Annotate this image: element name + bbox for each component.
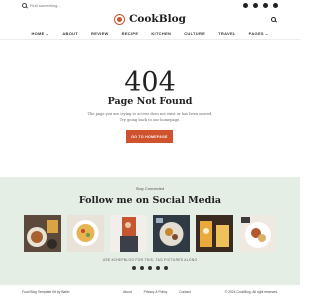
nav-label: KITCHEN: [151, 31, 172, 36]
instagram-gallery: [24, 215, 276, 252]
nav-item-recipe[interactable]: RECIPE: [122, 31, 139, 36]
nav-label: REVIEW: [91, 31, 109, 36]
nav-label: CULTURE: [184, 31, 206, 36]
nav-item-about[interactable]: ABOUT: [62, 31, 78, 36]
nav-item-pages[interactable]: PAGES ⌄: [249, 31, 269, 36]
search-input[interactable]: [30, 3, 80, 8]
logo-icon: [114, 13, 126, 25]
logo-text: CookBlog: [129, 13, 186, 25]
error-title: Page Not Found: [107, 96, 193, 107]
search-icon[interactable]: [22, 3, 27, 8]
nav-item-review[interactable]: REVIEW: [91, 31, 109, 36]
nav-item-kitchen[interactable]: KITCHEN: [151, 31, 171, 36]
gallery-image[interactable]: [110, 215, 147, 252]
facebook-icon[interactable]: [243, 3, 248, 8]
gallery-image[interactable]: [239, 215, 276, 252]
gallery-image[interactable]: [67, 215, 104, 252]
hashtag-text: USE #CHEFBLOG FOR THIS, TAG PICTURES ALO…: [102, 258, 198, 262]
social-eyebrow: Stay Connected: [135, 186, 165, 191]
site-logo[interactable]: CookBlog: [0, 13, 300, 25]
site-footer: Food Blog Template Kit by Bailin About P…: [0, 288, 300, 296]
error-description-line: Try going back to our homepage.: [119, 117, 181, 122]
footer-credit: Food Blog Template Kit by Bailin: [22, 290, 70, 294]
nav-label: TRAVEL: [218, 31, 236, 36]
chevron-down-icon: ⌄: [45, 31, 50, 36]
nav-label: RECIPE: [121, 31, 139, 36]
gallery-image[interactable]: [24, 215, 61, 252]
pinterest-icon[interactable]: [273, 3, 278, 8]
footer-copyright: © 2024 CookBlog. All right reserved.: [224, 290, 278, 294]
nav-label: ABOUT: [62, 31, 79, 36]
social-icons-row: [0, 266, 300, 270]
nav-label: PAGES: [248, 31, 264, 36]
youtube-icon[interactable]: [156, 266, 160, 270]
twitter-icon[interactable]: [253, 3, 258, 8]
nav-divider: [0, 39, 300, 40]
footer-links: About Privacy & Policy Contact: [123, 290, 191, 294]
nav-item-home[interactable]: HOME ⌄: [31, 31, 49, 36]
gallery-image[interactable]: [196, 215, 233, 252]
pinterest-icon[interactable]: [164, 266, 168, 270]
youtube-icon[interactable]: [263, 3, 268, 8]
chevron-down-icon: ⌄: [264, 31, 269, 36]
facebook-icon[interactable]: [140, 266, 144, 270]
main-nav: HOME ⌄ ABOUT REVIEW RECIPE KITCHEN CULTUR…: [0, 31, 300, 36]
social-title: Follow me on Social Media: [78, 195, 222, 206]
instagram-icon[interactable]: [132, 266, 136, 270]
footer-link-about[interactable]: About: [123, 290, 132, 294]
top-bar: [0, 0, 300, 12]
footer-link-privacy[interactable]: Privacy & Policy: [144, 290, 168, 294]
error-code: 404: [124, 67, 176, 98]
nav-item-travel[interactable]: TRAVEL: [218, 31, 236, 36]
top-search[interactable]: [22, 3, 80, 8]
twitter-icon[interactable]: [148, 266, 152, 270]
go-to-homepage-button[interactable]: GO TO HOMEPAGE: [126, 130, 173, 143]
header-search-icon[interactable]: [271, 17, 276, 22]
error-description: The page you are trying to access does n…: [0, 112, 300, 123]
top-social-links: [243, 3, 278, 8]
nav-label: HOME: [31, 31, 45, 36]
gallery-image[interactable]: [153, 215, 190, 252]
footer-link-contact[interactable]: Contact: [179, 290, 190, 294]
nav-item-culture[interactable]: CULTURE: [184, 31, 205, 36]
